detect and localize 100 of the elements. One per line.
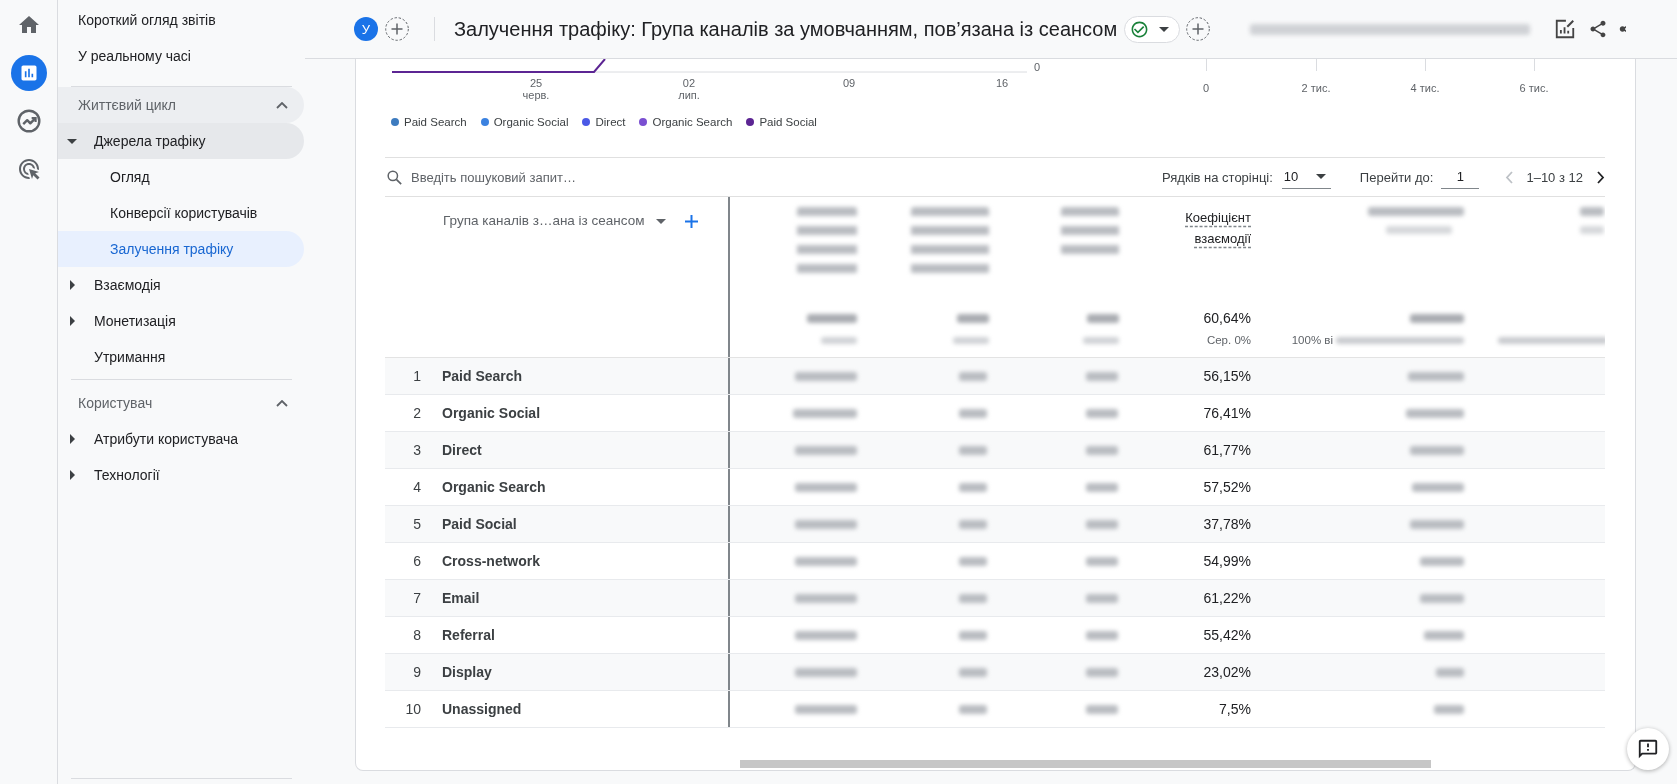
axis-tick-label: 0 [1202,82,1210,94]
blurred-text [795,630,857,640]
legend-label: Organic Social [493,116,569,128]
blurred-text [1086,667,1118,677]
nav-item[interactable]: Монетизація [58,303,304,339]
blurred-text [1408,371,1464,381]
axis-tick-label: 09 [842,77,856,89]
blurred-text [1434,704,1464,714]
nav-item[interactable]: Взаємодія [58,267,304,303]
blurred-text [1580,207,1604,216]
total-note: 100% ві [1291,334,1333,346]
blurred-text [795,593,857,603]
nav-item[interactable]: Утримання [58,339,304,375]
rows-per-page-label: Рядків на сторінці: [1162,169,1273,185]
feedback-icon [1637,738,1659,760]
blurred-text [1061,207,1119,255]
chevron-right-icon[interactable] [1597,170,1605,184]
blurred-text [795,704,857,714]
trend-circle-icon[interactable] [16,109,41,133]
row-number: 3 [413,442,421,458]
caret-down-icon [1159,26,1170,32]
plus-icon[interactable] [685,215,699,228]
nav-link[interactable]: Короткий огляд звітів [58,2,304,38]
row-number: 4 [413,479,421,495]
nav-subitem[interactable]: Конверсії користувачів [58,195,304,231]
row-number: 10 [405,701,421,717]
channel-name[interactable]: Direct [442,442,482,458]
channel-name[interactable]: Unassigned [442,701,522,717]
blurred-text [959,371,987,381]
column-header[interactable]: Коефіцієнт взаємодії [1171,207,1251,249]
blurred-text [821,336,857,344]
page-number-field[interactable]: 1 [1441,165,1480,189]
blurred-text [1410,313,1464,323]
blurred-text [959,408,987,418]
blurred-text [1086,630,1118,640]
engagement-rate: 37,78% [1203,516,1251,532]
row-number: 5 [413,516,421,532]
engagement-rate: 7,5% [1219,701,1251,717]
add-comparison-icon[interactable] [385,17,409,41]
scrollbar-thumb[interactable] [740,760,1431,768]
blurred-text [957,313,989,323]
channel-name[interactable]: Email [442,590,480,606]
blurred-text [793,408,857,418]
nav-subitem[interactable]: Залучення трафіку [58,231,304,267]
search-icon [387,169,402,185]
engagement-rate: 54,99% [1203,553,1251,569]
channel-name[interactable]: Organic Social [442,405,541,421]
cursor-click-icon[interactable] [16,157,41,181]
total-value: 60,64% [1203,310,1251,326]
nav-section-header[interactable]: Користувач [58,385,304,421]
channel-name[interactable]: Paid Social [442,516,517,532]
engagement-rate: 57,52% [1203,479,1251,495]
blurred-text [959,593,987,603]
blurred-text [1412,482,1464,492]
blurred-text [795,445,857,455]
channel-name[interactable]: Cross-network [442,553,541,569]
blurred-text [959,704,987,714]
legend-label: Organic Search [652,116,733,128]
avatar[interactable]: У [354,17,378,41]
bar-chart-icon[interactable] [10,55,47,91]
edit-chart-icon[interactable] [1554,18,1577,40]
blurred-text [1086,593,1118,603]
search-field[interactable]: Введіть пошуковий запит… [411,169,711,185]
blurred-text [1086,371,1118,381]
channel-name[interactable]: Organic Search [442,479,546,495]
channel-name[interactable]: Paid Search [442,368,523,384]
legend-label: Paid Search [404,116,467,128]
legend-label: Paid Social [759,116,817,128]
column-header[interactable]: Група каналів з…ана із сеансом [443,211,645,231]
blurred-text [959,667,987,677]
nav-item[interactable]: Технології [58,457,304,493]
blurred-text [1420,556,1464,566]
row-number: 8 [413,627,421,643]
nav-item[interactable]: Джерела трафіку [58,123,304,159]
nav-link[interactable]: У реальному часі [58,38,304,74]
status-menu-button[interactable] [1124,15,1181,43]
row-number: 7 [413,590,421,606]
blurred-text [1086,408,1118,418]
blurred-text [1406,408,1464,418]
blurred-text [1086,482,1118,492]
nav-item[interactable]: Атрибути користувача [58,421,304,457]
blurred-text [795,482,857,492]
blurred-text [1086,519,1118,529]
page-range: 1–10 з 12 [1526,169,1583,185]
feedback-button[interactable] [1627,728,1669,770]
add-icon[interactable] [1186,17,1211,41]
engagement-rate: 55,42% [1203,627,1251,643]
rows-per-page-select[interactable]: 10 [1281,165,1331,189]
blurred-text [1420,593,1464,603]
nav-subitem[interactable]: Огляд [58,159,304,195]
blurred-text [1086,704,1118,714]
blurred-text [959,482,987,492]
blurred-text [795,371,857,381]
page-title: Залучення трафіку: Група каналів за умовчанням, пов’язана із сеансом [454,17,1118,41]
channel-name[interactable]: Display [442,664,492,680]
caret-down-icon[interactable] [656,219,667,224]
channel-name[interactable]: Referral [442,627,495,643]
axis-tick-label: 4 тис. [1410,82,1440,94]
blurred-text [953,336,989,344]
nav-section-header[interactable]: Життєвий цикл [58,87,304,123]
